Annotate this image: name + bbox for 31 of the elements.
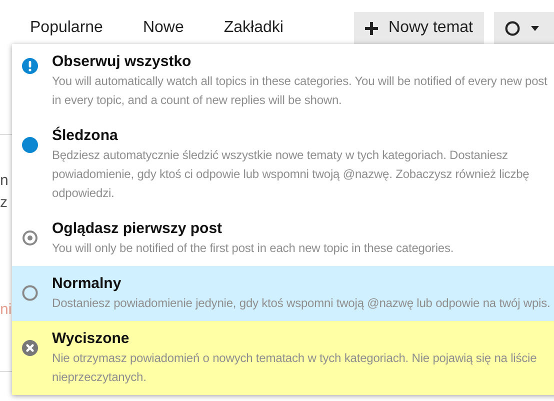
nav-link[interactable]: Popularne — [30, 19, 103, 37]
option-title: Normalny — [52, 274, 122, 293]
menu-item[interactable]: Śledzona Będziesz automatycznie śledzić wszystkie nowe tematy w tych kategoriach. Dostaniesz powiadomienie, gdy ktoś ci odpowie lub wspomni twoją @nazwę. Zobaczysz również liczbę odpowiedzi. — [12, 118, 554, 211]
text-fragment: z — [0, 193, 8, 213]
option-title: Obserwuj wszystko — [52, 52, 192, 71]
plus-icon — [364, 22, 378, 34]
dot-circle-icon — [22, 230, 38, 246]
option-description: Dostaniesz powiadomienie jedynie, gdy ktoś wspomni twoją @nazwę lub odpowie na twój wpis. — [52, 295, 552, 312]
new-topic-button[interactable]: Nowy temat — [354, 12, 484, 44]
option-description: Będziesz automatycznie śledzić wszystkie nowe tematy w tych kategoriach. Dostaniesz powiadomienie, gdy ktoś ci odpowie lub wspomni twoją @nazwę. Zobaczysz również liczbę odpowiedzi. — [52, 147, 530, 202]
option-description: You will automatically watch all topics in these categories. You will be notified of every new post in every topic, and a count of new replies will be shown. — [52, 73, 548, 109]
notification-level-button[interactable] — [494, 12, 554, 44]
filled-circle-icon — [22, 137, 38, 153]
option-description: You will only be notified of the first post in each new topic in these categories. — [52, 240, 455, 257]
nav-link[interactable]: Nowe — [142, 19, 184, 37]
option-title: Wyciszone — [52, 329, 130, 348]
option-description: Nie otrzymasz powiadomień o nowych tematach w tych kategoriach. Nie pojawią się na liście nieprzeczytanych. — [52, 350, 538, 386]
nav-link[interactable]: Zakładki — [224, 19, 284, 37]
menu-item[interactable]: Obserwuj wszystko You will automatically watch all topics in these categories. You will be notified of every new post in every topic, and a count of new replies will be shown. — [12, 44, 554, 118]
caret-icon — [531, 26, 539, 30]
text-fragment: ni — [0, 300, 11, 320]
option-title: Śledzona — [52, 126, 119, 145]
circle-outline-icon — [505, 20, 520, 36]
x-circle-icon — [22, 340, 38, 356]
circle-outline-icon — [22, 285, 38, 301]
text-fragment: n — [0, 171, 10, 191]
option-title: Oglądasz pierwszy post — [52, 219, 224, 238]
menu-item[interactable]: Wyciszone Nie otrzymasz powiadomień o nowych tematach w tych kategoriach. Nie pojawią się na liście nieprzeczytanych. — [12, 321, 554, 395]
menu-item[interactable]: Normalny Dostaniesz powiadomienie jedynie, gdy ktoś wspomni twoją @nazwę lub odpowie na twój wpis. — [12, 266, 554, 321]
menu-item[interactable]: Oglądasz pierwszy post You will only be notified of the first post in each new topic in these categories. — [12, 211, 554, 266]
exclamation-icon — [22, 58, 38, 74]
